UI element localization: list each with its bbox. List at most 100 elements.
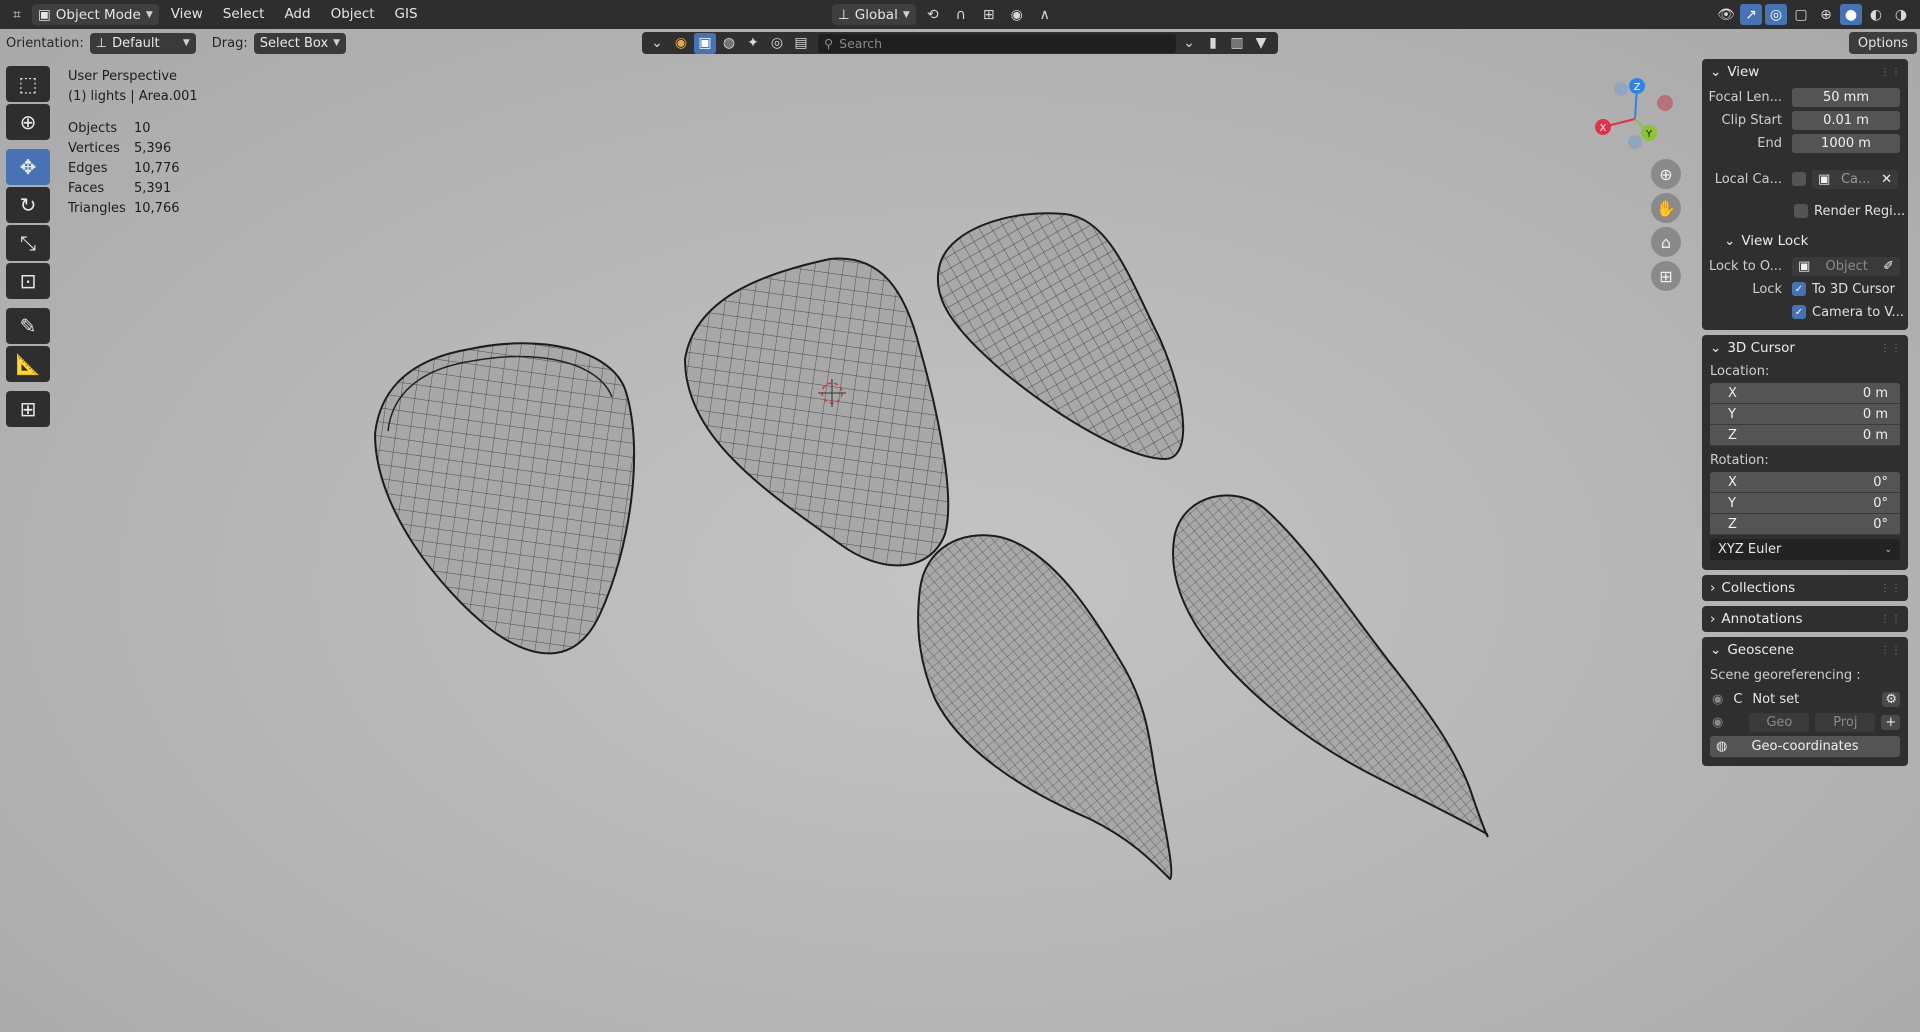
- pivot-point-icon[interactable]: ⟲: [922, 4, 944, 25]
- measure-tool-icon[interactable]: 📐: [6, 346, 50, 382]
- gizmo-toggle-icon[interactable]: ↗: [1740, 4, 1762, 25]
- drag-grip-icon[interactable]: ⋮⋮: [1880, 614, 1902, 625]
- snap-target-icon[interactable]: ⊞: [978, 4, 1000, 25]
- eyedropper-icon[interactable]: ✐: [1883, 259, 1894, 274]
- search-input[interactable]: ⚲ Search: [818, 33, 1176, 53]
- rotate-tool-icon[interactable]: ↻: [6, 187, 50, 223]
- menu-view[interactable]: View: [163, 0, 211, 29]
- editor-type-icon[interactable]: ⌗: [6, 4, 28, 25]
- clip-end-field[interactable]: 1000 m: [1792, 133, 1900, 153]
- annotations-header[interactable]: › Annotations ⋮⋮: [1702, 606, 1908, 632]
- drag-grip-icon[interactable]: ⋮⋮: [1880, 583, 1902, 594]
- chevron-down-icon: ▼: [182, 38, 190, 48]
- options-button[interactable]: Options: [1849, 32, 1917, 54]
- 3d-cursor-header[interactable]: ⌄ 3D Cursor ⋮⋮: [1702, 335, 1908, 361]
- transform-tool-icon[interactable]: ⊡: [6, 263, 50, 299]
- xray-icon[interactable]: ▢: [1790, 4, 1812, 25]
- navigation-gizmo[interactable]: Z X Y: [1585, 69, 1685, 153]
- cursor-tool-icon[interactable]: ⊕: [6, 104, 50, 140]
- rotation-z-field[interactable]: Z 0°: [1710, 514, 1900, 535]
- stat-row: Objects 10: [68, 121, 151, 136]
- orientation-label: Orientation:: [6, 35, 84, 51]
- drag-grip-icon[interactable]: ⋮⋮: [1880, 645, 1902, 656]
- collections-header[interactable]: › Collections ⋮⋮: [1702, 575, 1908, 601]
- gear-icon[interactable]: ⚙: [1882, 691, 1900, 707]
- snap-magnet-icon[interactable]: ∩: [950, 4, 972, 25]
- rotation-y-field[interactable]: Y 0°: [1710, 493, 1900, 514]
- rotation-mode-select[interactable]: XYZ Euler ⌄: [1710, 539, 1900, 560]
- zoom-icon[interactable]: ⊕: [1651, 159, 1681, 189]
- focal-length-field[interactable]: 50 mm: [1792, 87, 1900, 107]
- radio-dot-icon[interactable]: ◉: [1712, 715, 1723, 730]
- orientation-axes-icon: ⊥: [95, 35, 108, 51]
- menu-select[interactable]: Select: [215, 0, 273, 29]
- pan-hand-icon[interactable]: ✋: [1651, 193, 1681, 223]
- proj-button[interactable]: Proj: [1815, 712, 1876, 732]
- view-panel-header[interactable]: ⌄ View ⋮⋮: [1702, 59, 1908, 85]
- add-icon[interactable]: +: [1881, 714, 1901, 730]
- mesh-petal-2[interactable]: [683, 257, 950, 567]
- close-icon[interactable]: ✕: [1881, 172, 1892, 187]
- menu-object[interactable]: Object: [323, 0, 383, 29]
- bookmark-icon[interactable]: ▮: [1202, 33, 1224, 54]
- drag-grip-icon[interactable]: ⋮⋮: [1880, 343, 1902, 354]
- menu-gis[interactable]: GIS: [387, 0, 426, 29]
- chevron-down-icon[interactable]: ⌄: [1178, 33, 1200, 54]
- layout-icon[interactable]: ▥: [1226, 33, 1248, 54]
- radio-dot-icon[interactable]: ◉: [1712, 692, 1723, 707]
- scale-tool-icon[interactable]: ⤡: [6, 225, 50, 261]
- mesh-petal-3[interactable]: [936, 212, 1185, 461]
- mesh-petal-5[interactable]: [1172, 494, 1489, 838]
- render-region-checkbox[interactable]: [1794, 204, 1808, 218]
- add-cube-tool-icon[interactable]: ⊞: [6, 391, 50, 427]
- mesh-petal-1[interactable]: [373, 342, 636, 655]
- camera-view-icon[interactable]: ⌂: [1651, 227, 1681, 257]
- annotate-tool-icon[interactable]: ✎: [6, 308, 50, 344]
- perspective-grid-icon[interactable]: ⊞: [1651, 261, 1681, 291]
- filter-icon[interactable]: ▼: [1250, 33, 1272, 54]
- location-y-field[interactable]: Y0 m: [1710, 404, 1900, 425]
- to-3d-cursor-checkbox[interactable]: ✓: [1792, 282, 1806, 296]
- material-sphere-icon[interactable]: ◍: [718, 33, 740, 54]
- geoscene-header[interactable]: ⌄ Geoscene ⋮⋮: [1702, 637, 1908, 663]
- location-label: Location:: [1710, 364, 1770, 379]
- lock-to-object-field[interactable]: ▣ Object ✐: [1792, 256, 1900, 276]
- select-box-icon[interactable]: ▣: [694, 32, 716, 54]
- camera-to-view-checkbox[interactable]: ✓: [1792, 305, 1806, 319]
- orientation-dropdown[interactable]: ⊥ Default ▼: [89, 32, 196, 54]
- solid-shading-icon[interactable]: ●: [1840, 4, 1862, 25]
- overlay-toggle-icon[interactable]: ◎: [1765, 4, 1787, 25]
- drag-dropdown[interactable]: Select Box ▼: [253, 32, 347, 54]
- rotation-x-field[interactable]: X 0°: [1710, 472, 1900, 493]
- local-camera-checkbox[interactable]: [1792, 172, 1806, 186]
- location-z-field[interactable]: Z0 m: [1710, 425, 1900, 446]
- chevron-down-icon[interactable]: ⌄: [646, 33, 668, 54]
- view-lock-header[interactable]: ⌄ View Lock: [1702, 228, 1908, 254]
- location-x-field[interactable]: X0 m: [1710, 383, 1900, 404]
- menu-add[interactable]: Add: [276, 0, 318, 29]
- transform-orientation-dropdown[interactable]: ⊥ Global ▼: [832, 4, 916, 25]
- move-tool-icon[interactable]: ✥: [6, 149, 50, 185]
- geoscene-panel: ⌄ Geoscene ⋮⋮ Scene georeferencing : ◉ C…: [1702, 637, 1908, 766]
- clip-start-field[interactable]: 0.01 m: [1792, 110, 1900, 130]
- local-camera-field[interactable]: ▣ Ca... ✕: [1812, 169, 1898, 189]
- visibility-eye-icon[interactable]: 👁: [1715, 4, 1737, 25]
- mode-dropdown[interactable]: ▣ Object Mode ▼: [32, 4, 159, 25]
- geo-coordinates-button[interactable]: ◍ Geo-coordinates: [1710, 736, 1900, 757]
- world-icon[interactable]: ◎: [766, 33, 788, 54]
- rendered-shading-icon[interactable]: ◑: [1890, 4, 1912, 25]
- select-box-tool-icon[interactable]: ⬚: [6, 66, 50, 102]
- camera-icon[interactable]: ▤: [790, 33, 812, 54]
- local-camera-value: Ca...: [1840, 171, 1871, 187]
- falloff-curve-icon[interactable]: ∧: [1034, 4, 1056, 25]
- 3d-viewport[interactable]: Orientation: ⊥ Default ▼ Drag: Select Bo…: [0, 29, 1920, 1032]
- drag-grip-icon[interactable]: ⋮⋮: [1880, 67, 1902, 78]
- geo-button[interactable]: Geo: [1749, 712, 1810, 732]
- lights-icon[interactable]: ✦: [742, 33, 764, 54]
- material-shading-icon[interactable]: ◐: [1865, 4, 1887, 25]
- color-palette-icon[interactable]: ◉: [670, 33, 692, 54]
- view-name: User Perspective: [68, 69, 178, 84]
- proportional-edit-icon[interactable]: ◉: [1006, 4, 1028, 25]
- mesh-petal-4[interactable]: [917, 534, 1173, 881]
- wireframe-shading-icon[interactable]: ⊕: [1815, 4, 1837, 25]
